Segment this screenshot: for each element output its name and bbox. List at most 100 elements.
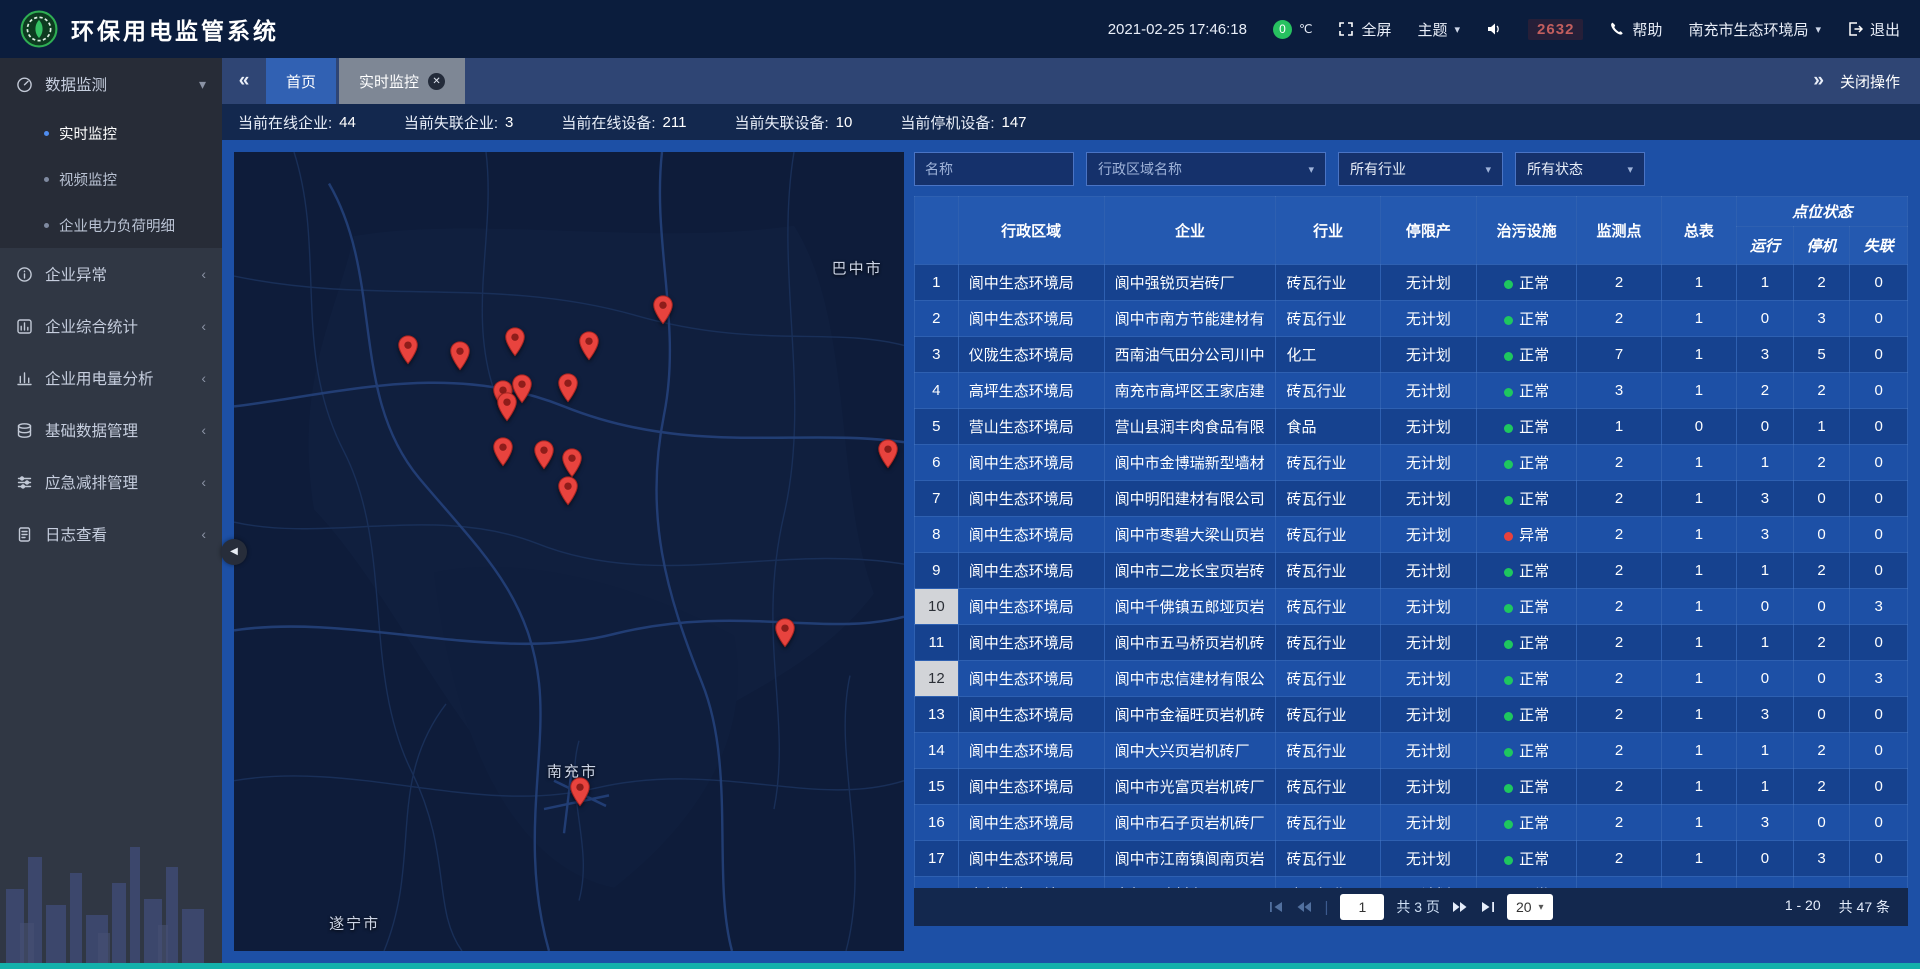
table-row[interactable]: 11阆中生态环境局阆中市五马桥页岩机砖砖瓦行业无计划正常21120	[915, 625, 1908, 661]
map-pin[interactable]	[557, 373, 579, 403]
next-page-button[interactable]	[1452, 901, 1468, 913]
sidebar-item-emergency-reduction[interactable]: 应急减排管理 ‹	[0, 456, 222, 508]
map-pin[interactable]	[492, 437, 514, 467]
tab-scroll-left-button[interactable]: «	[222, 70, 266, 92]
row-total: 1	[1661, 301, 1736, 337]
page-size-select[interactable]: 20 ▾	[1507, 894, 1553, 920]
status-dot	[1504, 496, 1513, 505]
alarm-count-badge[interactable]: 2632	[1528, 19, 1583, 40]
map-pin[interactable]	[397, 335, 419, 365]
sidebar-item-log-view[interactable]: 日志查看 ‹	[0, 508, 222, 560]
row-region: 阆中生态环境局	[958, 661, 1104, 697]
logout-button[interactable]: 退出	[1847, 19, 1900, 40]
table-row[interactable]: 13阆中生态环境局阆中市金福旺页岩机砖砖瓦行业无计划正常21300	[915, 697, 1908, 733]
col-company: 企业	[1104, 197, 1276, 265]
tab-realtime-monitoring[interactable]: 实时监控 ✕	[339, 58, 465, 104]
row-region: 阆中生态环境局	[958, 733, 1104, 769]
sidebar-item-base-data[interactable]: 基础数据管理 ‹	[0, 404, 222, 456]
map-pin[interactable]	[504, 327, 526, 357]
close-icon[interactable]: ✕	[428, 73, 445, 90]
row-total: 1	[1661, 517, 1736, 553]
brand: 环保用电监管系统	[20, 10, 279, 48]
table-row[interactable]: 5营山生态环境局营山县润丰肉食品有限食品无计划正常10010	[915, 409, 1908, 445]
row-company: 阆中市金博瑞新型墙材	[1104, 445, 1276, 481]
table-row[interactable]: 9阆中生态环境局阆中市二龙长宝页岩砖砖瓦行业无计划正常21120	[915, 553, 1908, 589]
table-row[interactable]: 1阆中生态环境局阆中强锐页岩砖厂砖瓦行业无计划正常21120	[915, 265, 1908, 301]
row-run: 1	[1737, 733, 1794, 769]
fullscreen-button[interactable]: 全屏	[1338, 19, 1391, 40]
row-stop: 3	[1793, 301, 1850, 337]
map-pin[interactable]	[557, 476, 579, 506]
map-pin[interactable]	[449, 341, 471, 371]
sidebar-item-power-analysis[interactable]: 企业用电量分析 ‹	[0, 352, 222, 404]
org-selector[interactable]: 南充市生态环境局 ▾	[1688, 19, 1821, 40]
table-row[interactable]: 12阆中生态环境局阆中市忠信建材有限公砖瓦行业无计划正常21003	[915, 661, 1908, 697]
page-input[interactable]	[1340, 894, 1384, 920]
table-row[interactable]: 4高坪生态环境局南充市高坪区王家店建砖瓦行业无计划正常31220	[915, 373, 1908, 409]
row-company: 阆中市五马桥页岩机砖	[1104, 625, 1276, 661]
map-pin[interactable]	[533, 440, 555, 470]
table-row[interactable]: 3仪陇生态环境局西南油气田分公司川中化工无计划正常71350	[915, 337, 1908, 373]
prev-page-button[interactable]	[1296, 901, 1312, 913]
name-filter-input[interactable]	[914, 152, 1074, 186]
row-total: 1	[1661, 373, 1736, 409]
last-page-button[interactable]	[1480, 901, 1495, 913]
first-page-button[interactable]	[1269, 901, 1284, 913]
region-filter-select[interactable]: 行政区域名称 ▾	[1086, 152, 1326, 186]
col-index	[915, 197, 959, 265]
row-points: 2	[1577, 445, 1661, 481]
map-pin[interactable]	[774, 618, 796, 648]
table-row[interactable]: 17阆中生态环境局阆中市江南镇阆南页岩砖瓦行业无计划正常21030	[915, 841, 1908, 877]
map-pin[interactable]	[877, 439, 899, 469]
sidebar-item-video-monitoring[interactable]: 视频监控	[0, 156, 222, 202]
row-company: 阆中市枣碧大梁山页岩	[1104, 517, 1276, 553]
row-index: 8	[915, 517, 959, 553]
row-stop: 0	[1793, 589, 1850, 625]
sidebar-item-power-load-detail[interactable]: 企业电力负荷明细	[0, 202, 222, 248]
row-points: 2	[1577, 733, 1661, 769]
industry-filter-select[interactable]: 所有行业 ▾	[1338, 152, 1503, 186]
row-total: 0	[1661, 409, 1736, 445]
sidebar-item-realtime-monitoring[interactable]: 实时监控	[0, 110, 222, 156]
theme-selector[interactable]: 主题 ▾	[1418, 19, 1461, 40]
table-row[interactable]: 16阆中生态环境局阆中市石子页岩机砖厂砖瓦行业无计划正常21300	[915, 805, 1908, 841]
row-company: 营山县润丰肉食品有限	[1104, 409, 1276, 445]
analysis-chart-icon	[16, 370, 33, 387]
bullet-icon	[44, 223, 49, 228]
status-filter-select[interactable]: 所有状态 ▾	[1515, 152, 1645, 186]
help-button[interactable]: 帮助	[1609, 19, 1662, 40]
map-collapse-button[interactable]: ◀	[221, 539, 247, 565]
table-row[interactable]: 8阆中生态环境局阆中市枣碧大梁山页岩砖瓦行业无计划异常21300	[915, 517, 1908, 553]
map-pin[interactable]	[578, 331, 600, 361]
map-pin[interactable]	[561, 448, 583, 478]
map-pin[interactable]	[652, 295, 674, 325]
col-stop: 停机	[1793, 227, 1850, 265]
table-row[interactable]: 6阆中生态环境局阆中市金博瑞新型墙材砖瓦行业无计划正常21120	[915, 445, 1908, 481]
sidebar-item-enterprise-abnormal[interactable]: 企业异常 ‹	[0, 248, 222, 300]
tab-home[interactable]: 首页	[266, 58, 336, 104]
table-row[interactable]: 18南部生态环境局南部县建材有限公砖瓦行业无计划正常21060	[915, 877, 1908, 889]
table-row[interactable]: 15阆中生态环境局阆中市光富页岩机砖厂砖瓦行业无计划正常21120	[915, 769, 1908, 805]
row-total: 1	[1661, 481, 1736, 517]
map-pin[interactable]	[569, 777, 591, 807]
table-row[interactable]: 2阆中生态环境局阆中市南方节能建材有砖瓦行业无计划正常21030	[915, 301, 1908, 337]
row-plan: 无计划	[1380, 301, 1476, 337]
map-panel[interactable]: 巴中市南充市遂宁市 ◀	[234, 152, 904, 951]
sidebar-item-enterprise-stats[interactable]: 企业综合统计 ‹	[0, 300, 222, 352]
row-points: 2	[1577, 517, 1661, 553]
table-row[interactable]: 7阆中生态环境局阆中明阳建材有限公司砖瓦行业无计划正常21300	[915, 481, 1908, 517]
map-pin[interactable]	[496, 392, 518, 422]
row-region: 阆中生态环境局	[958, 625, 1104, 661]
sidebar-item-data-monitoring[interactable]: 数据监测 ▾	[0, 58, 222, 110]
close-operations-button[interactable]: 关闭操作	[1840, 71, 1900, 92]
speaker-icon	[1486, 21, 1502, 37]
row-run: 0	[1737, 589, 1794, 625]
table-row[interactable]: 14阆中生态环境局阆中大兴页岩机砖厂砖瓦行业无计划正常21120	[915, 733, 1908, 769]
announcement-button[interactable]	[1486, 21, 1502, 37]
row-stop: 2	[1793, 733, 1850, 769]
tab-scroll-right-button[interactable]: »	[1813, 70, 1824, 92]
map-canvas[interactable]: 巴中市南充市遂宁市	[234, 152, 904, 951]
row-run: 0	[1737, 301, 1794, 337]
table-row[interactable]: 10阆中生态环境局阆中千佛镇五郎垭页岩砖瓦行业无计划正常21003	[915, 589, 1908, 625]
status-dot	[1504, 748, 1513, 757]
